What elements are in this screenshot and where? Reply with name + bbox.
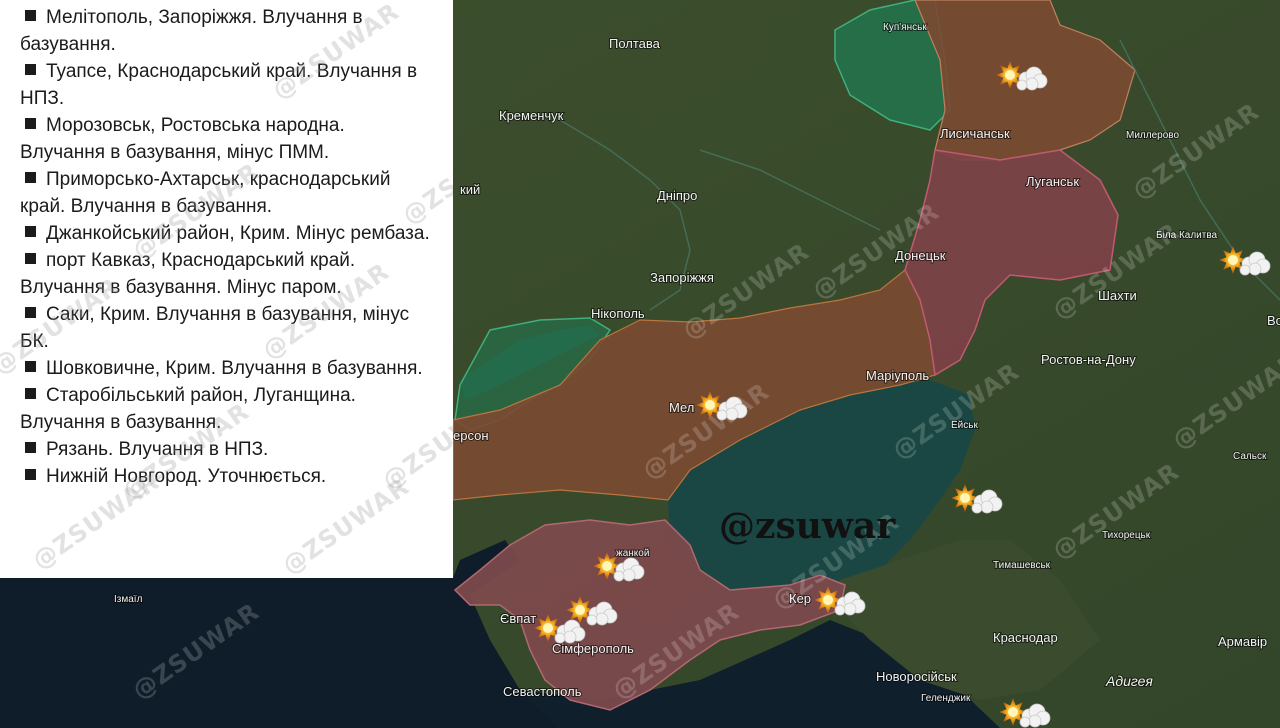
strike-list-item: Морозовськ, Ростовська народна. Влучання…: [20, 112, 433, 166]
square-bullet-icon: [25, 118, 36, 129]
brand-watermark: @zsuwar: [719, 505, 896, 547]
square-bullet-icon: [25, 442, 36, 453]
city-kyi: кий: [460, 182, 480, 197]
city-luhansk: Луганськ: [1026, 174, 1079, 189]
city-izmail: Ізмаїл: [114, 594, 143, 605]
city-melitopol: Мел: [669, 400, 694, 415]
strike-list-text: Рязань. Влучання в НПЗ.: [46, 439, 269, 460]
strike-list-item: Старобільський район, Луганщина. Влучанн…: [20, 382, 433, 436]
square-bullet-icon: [25, 469, 36, 480]
square-bullet-icon: [25, 172, 36, 183]
strike-list-text: Джанкойський район, Крим. Мінус рембаза.: [46, 223, 430, 244]
square-bullet-icon: [25, 64, 36, 75]
strike-list-item: Мелітополь, Запоріжжя. Влучання в базува…: [20, 4, 433, 58]
city-adygea: Адигея: [1105, 673, 1153, 689]
strike-list-item: Саки, Крим. Влучання в базування, мінус …: [20, 301, 433, 355]
city-kremenchuk: Кременчук: [499, 108, 564, 123]
strike-list-item: Туапсе, Краснодарський край. Влучання в …: [20, 58, 433, 112]
city-krasnodar: Краснодар: [993, 630, 1058, 645]
city-dnipro: Дніпро: [657, 188, 697, 203]
square-bullet-icon: [25, 307, 36, 318]
strike-list-item: Шовковичне, Крим. Влучання в базування.: [20, 355, 433, 382]
city-mariupol: Маріуполь: [866, 368, 929, 383]
city-salsk: Сальск: [1233, 451, 1267, 462]
strike-list-text: Приморсько-Ахтарськ, краснодарський край…: [20, 169, 391, 217]
strikes-list-panel: Мелітополь, Запоріжжя. Влучання в базува…: [0, 0, 453, 578]
city-millerovo: Миллерово: [1126, 130, 1179, 141]
square-bullet-icon: [25, 253, 36, 264]
city-novorossiysk: Новоросійськ: [876, 669, 957, 684]
city-rostov: Ростов-на-Дону: [1041, 352, 1136, 367]
strike-list-item: порт Кавказ, Краснодарський край. Влучан…: [20, 247, 433, 301]
strike-list-text: Старобільський район, Луганщина. Влучанн…: [20, 385, 356, 433]
city-sevastopol: Севастополь: [503, 684, 582, 699]
city-lysychansk: Лисичанськ: [940, 126, 1010, 141]
square-bullet-icon: [25, 388, 36, 399]
strike-list-item: Рязань. Влучання в НПЗ.: [20, 436, 433, 463]
city-armavir: Армавір: [1218, 634, 1267, 649]
strike-list-text: Морозовськ, Ростовська народна. Влучання…: [20, 115, 345, 163]
city-zaporizhzhia: Запоріжжя: [650, 270, 714, 285]
strike-list-item: Приморсько-Ахтарськ, краснодарський край…: [20, 166, 433, 220]
strike-list-text: Нижній Новгород. Уточнюється.: [46, 466, 327, 487]
city-nikopol: Нікополь: [591, 306, 645, 321]
city-yevpatoria: Євпат: [500, 611, 536, 626]
strike-list-item: Нижній Новгород. Уточнюється.: [20, 463, 433, 490]
city-kupiansk: Куп'янськ: [883, 22, 927, 33]
strike-list-text: Шовковичне, Крим. Влучання в базування.: [46, 358, 423, 379]
city-poltava: Полтава: [609, 36, 661, 51]
square-bullet-icon: [25, 226, 36, 237]
city-bo: Во: [1267, 313, 1280, 328]
strike-list-text: Мелітополь, Запоріжжя. Влучання в базува…: [20, 7, 363, 55]
strike-list-text: Туапсе, Краснодарський край. Влучання в …: [20, 61, 418, 109]
strike-list-text: порт Кавказ, Краснодарський край. Влучан…: [20, 250, 356, 298]
strike-list-item: Джанкойський район, Крим. Мінус рембаза.: [20, 220, 433, 247]
city-donetsk: Донецьк: [895, 248, 946, 263]
strikes-list: Мелітополь, Запоріжжя. Влучання в базува…: [20, 4, 433, 490]
square-bullet-icon: [25, 10, 36, 21]
city-tymashevsk: Тимашевськ: [993, 560, 1051, 571]
strike-list-text: Саки, Крим. Влучання в базування, мінус …: [20, 304, 410, 352]
city-gelendzhik: Геленджик: [921, 693, 971, 704]
square-bullet-icon: [25, 361, 36, 372]
city-kherson: ерсон: [453, 428, 489, 443]
city-simferopol: Сімферополь: [552, 641, 634, 656]
city-dzhankoi: жанкой: [616, 548, 649, 559]
